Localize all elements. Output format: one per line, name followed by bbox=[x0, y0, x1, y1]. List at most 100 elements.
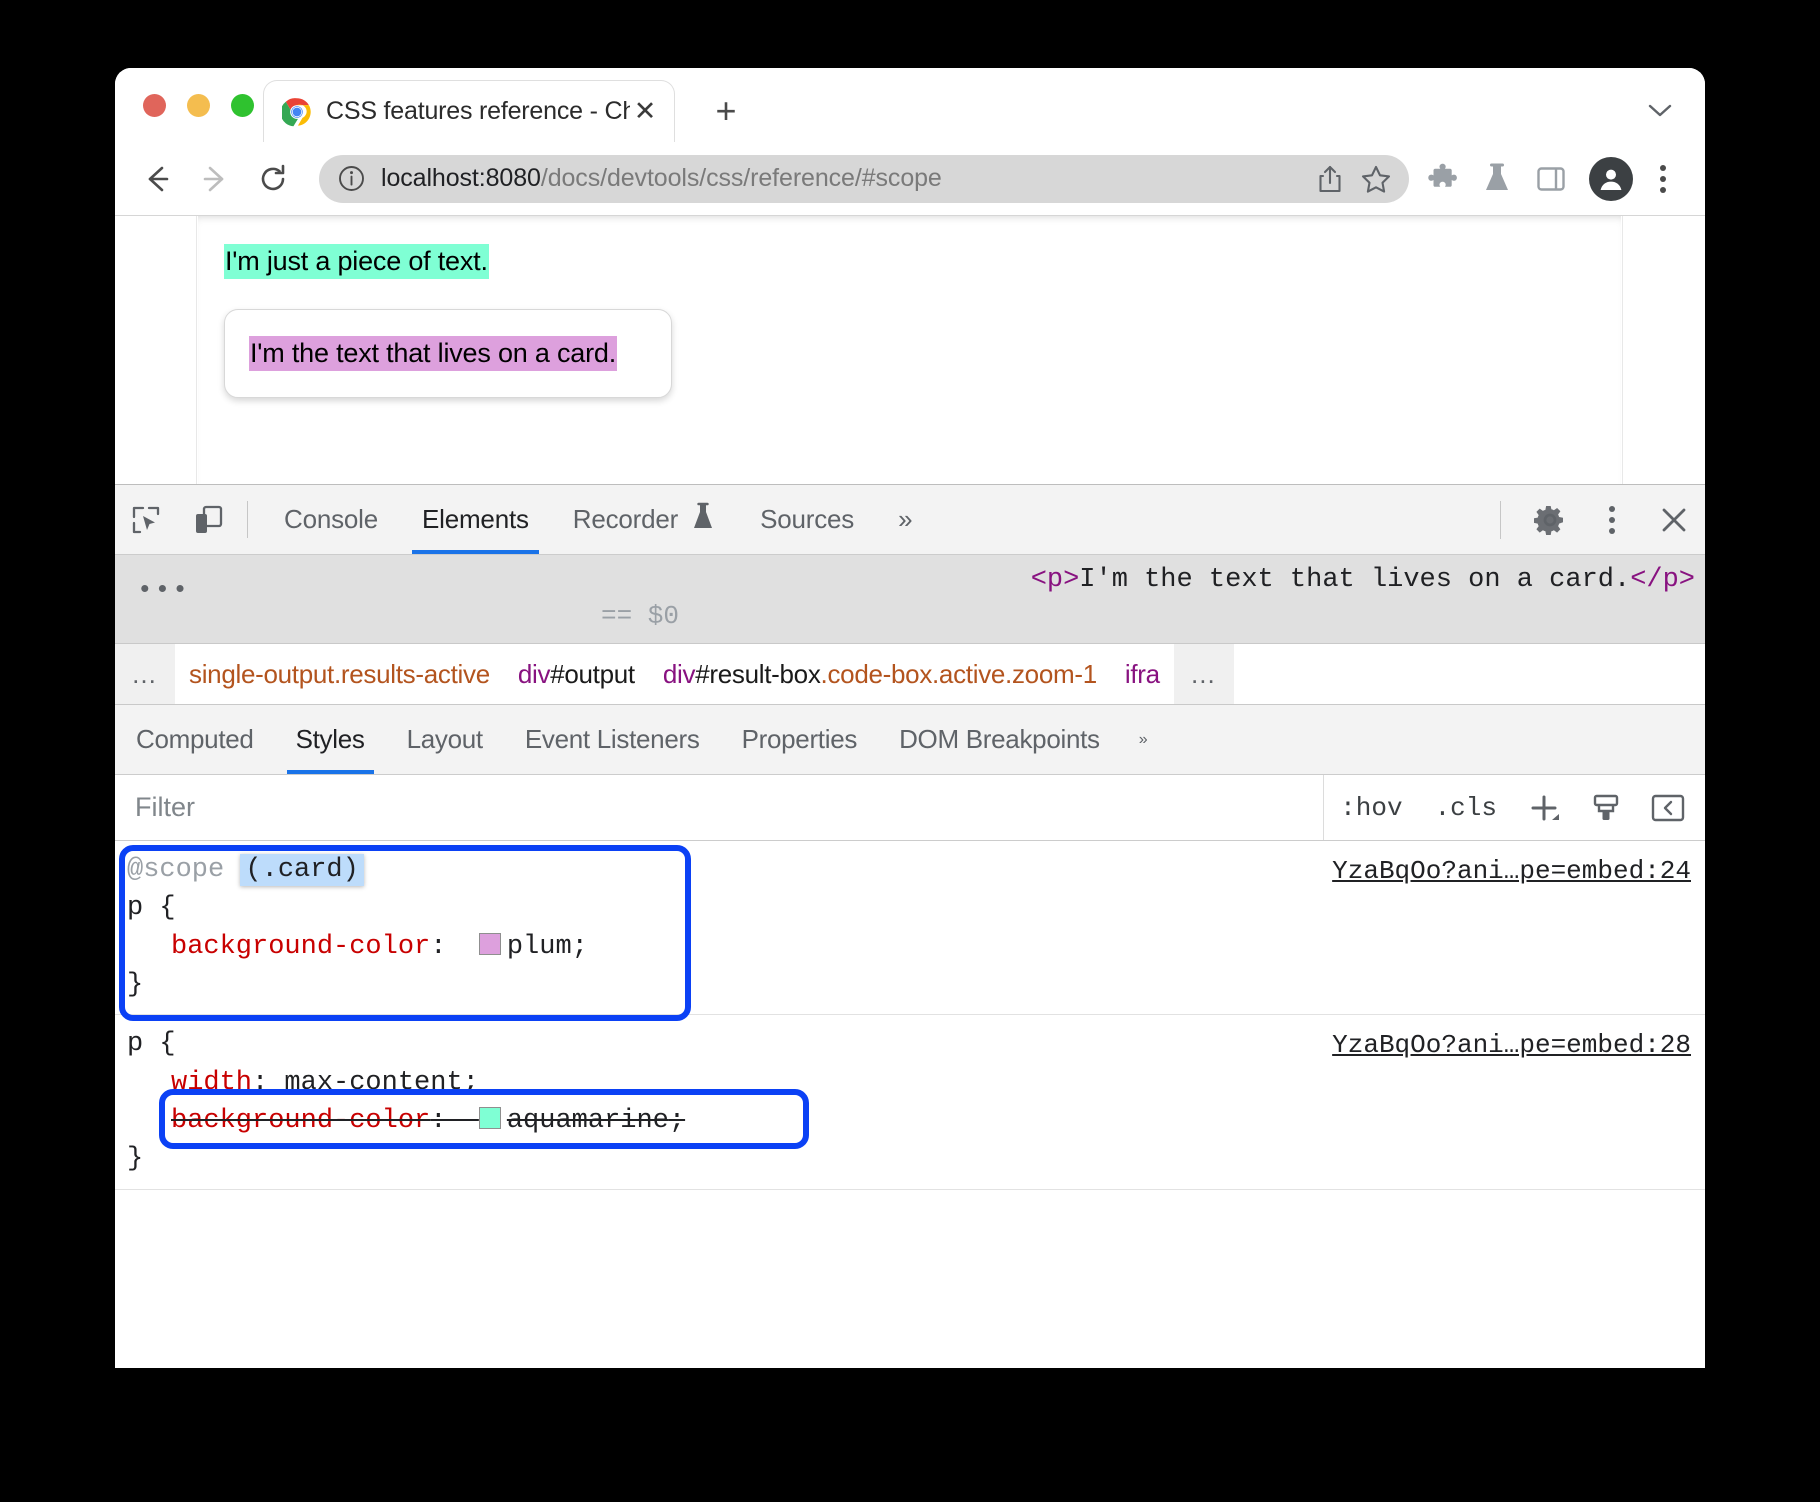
breadcrumb-item-result-box[interactable]: div#result-box.code-box.active.zoom-1 bbox=[649, 659, 1111, 690]
plain-text-wrapper: I'm just a piece of text. bbox=[224, 244, 1621, 279]
card-text: I'm the text that lives on a card. bbox=[249, 336, 617, 371]
tab-label: Recorder bbox=[573, 504, 678, 535]
color-swatch[interactable] bbox=[479, 1107, 501, 1129]
puzzle-piece-icon[interactable] bbox=[1417, 153, 1469, 205]
tab-label: Properties bbox=[742, 724, 858, 755]
devtools-tab-elements[interactable]: Elements bbox=[400, 485, 551, 554]
dom-tree-ellipsis: ••• bbox=[137, 575, 190, 605]
cls-button[interactable]: .cls bbox=[1419, 775, 1513, 840]
page-content: I'm just a piece of text. I'm the text t… bbox=[198, 216, 1621, 484]
styles-filter-row: Filter :hov .cls bbox=[115, 775, 1705, 841]
url-host: localhost:8080 bbox=[381, 164, 541, 192]
css-rule-origin-link[interactable]: YzaBqOo?ani…pe=embed:28 bbox=[1332, 1027, 1691, 1064]
share-icon[interactable] bbox=[1307, 156, 1353, 202]
css-close-brace: } bbox=[127, 1140, 1705, 1178]
star-icon[interactable] bbox=[1353, 156, 1399, 202]
device-toolbar-icon[interactable] bbox=[177, 485, 239, 554]
paintbrush-icon[interactable] bbox=[1575, 775, 1637, 840]
tab-label: DOM Breakpoints bbox=[899, 724, 1100, 755]
css-rule-p[interactable]: p { width: max-content; background-color… bbox=[115, 1015, 1705, 1189]
new-tab-button[interactable]: + bbox=[707, 92, 745, 130]
toolbar-divider bbox=[247, 501, 248, 538]
close-icon[interactable] bbox=[1643, 485, 1705, 555]
css-rule-scope[interactable]: @scope (.card) p { background-color: plu… bbox=[115, 841, 1705, 1015]
dom-selected-marker: == $0 bbox=[115, 601, 1705, 631]
css-property-name[interactable]: background-color bbox=[171, 932, 430, 962]
back-arrow-icon[interactable] bbox=[133, 155, 181, 203]
chrome-logo-icon bbox=[282, 97, 312, 127]
sidebar-tabs-overflow[interactable]: » bbox=[1121, 705, 1166, 774]
breadcrumb-id: #output bbox=[550, 659, 635, 689]
side-panel-icon[interactable] bbox=[1525, 153, 1577, 205]
new-style-rule-button[interactable] bbox=[1513, 775, 1575, 840]
css-declaration-background-color-overridden[interactable]: background-color: aquamarine; bbox=[127, 1102, 1705, 1140]
sidebar-tab-event-listeners[interactable]: Event Listeners bbox=[504, 705, 721, 774]
breadcrumb-overflow-right[interactable]: … bbox=[1174, 644, 1234, 704]
close-window-button[interactable] bbox=[143, 94, 166, 117]
filter-input[interactable]: Filter bbox=[115, 775, 1324, 840]
css-declaration-width[interactable]: width: max-content; bbox=[127, 1064, 1705, 1102]
devtools-tabs-overflow[interactable]: » bbox=[876, 485, 934, 554]
devtools-tab-recorder[interactable]: Recorder bbox=[551, 485, 738, 554]
chevron-down-icon[interactable] bbox=[1643, 96, 1677, 124]
kebab-menu-icon[interactable] bbox=[1581, 485, 1643, 555]
info-circle-icon[interactable] bbox=[337, 165, 365, 193]
avatar-icon[interactable] bbox=[1589, 157, 1633, 201]
address-bar[interactable]: localhost:8080/docs/devtools/css/referen… bbox=[319, 155, 1409, 203]
forward-arrow-icon[interactable] bbox=[191, 155, 239, 203]
toggle-sidebar-icon[interactable] bbox=[1637, 775, 1699, 840]
minimize-window-button[interactable] bbox=[187, 94, 210, 117]
scope-prelude[interactable]: (.card) bbox=[240, 854, 363, 886]
css-property-name[interactable]: width bbox=[171, 1068, 252, 1098]
sidebar-tab-dom-breakpoints[interactable]: DOM Breakpoints bbox=[878, 705, 1121, 774]
page-left-gutter bbox=[115, 216, 197, 484]
hov-button[interactable]: :hov bbox=[1324, 775, 1418, 840]
sidebar-tab-styles[interactable]: Styles bbox=[275, 705, 386, 774]
sidebar-tab-properties[interactable]: Properties bbox=[721, 705, 879, 774]
url-path: /docs/devtools/css/reference/#scope bbox=[541, 164, 942, 192]
gear-icon[interactable] bbox=[1519, 485, 1581, 555]
at-scope-keyword: @scope bbox=[127, 855, 224, 885]
browser-tab-title: CSS features reference - Chrom bbox=[326, 97, 630, 126]
css-rule-origin-link[interactable]: YzaBqOo?ani…pe=embed:24 bbox=[1332, 853, 1691, 890]
sidebar-tab-layout[interactable]: Layout bbox=[386, 705, 504, 774]
flask-icon bbox=[690, 501, 716, 538]
breadcrumb-item-iframe[interactable]: ifra bbox=[1111, 659, 1174, 690]
address-bar-url: localhost:8080/docs/devtools/css/referen… bbox=[381, 164, 1307, 193]
css-declaration-background-color[interactable]: background-color: plum; bbox=[127, 928, 1705, 966]
close-tab-button[interactable]: ✕ bbox=[630, 97, 660, 127]
breadcrumb-item-output[interactable]: div#output bbox=[504, 659, 649, 690]
css-property-value[interactable]: max-content bbox=[284, 1068, 462, 1098]
css-property-name[interactable]: background-color bbox=[171, 1106, 430, 1136]
breadcrumb-tag: div bbox=[518, 659, 550, 689]
breadcrumb-overflow-left[interactable]: … bbox=[115, 644, 175, 704]
devtools-tab-sources[interactable]: Sources bbox=[738, 485, 876, 554]
css-property-value[interactable]: plum bbox=[507, 932, 572, 962]
css-property-value[interactable]: aquamarine bbox=[507, 1106, 669, 1136]
tab-label: Sources bbox=[760, 504, 854, 535]
css-selector-line[interactable]: p { bbox=[127, 889, 1705, 927]
chevron-double-right-icon: » bbox=[898, 504, 912, 535]
sidebar-tab-computed[interactable]: Computed bbox=[115, 705, 275, 774]
page-right-gutter bbox=[1622, 216, 1705, 484]
maximize-window-button[interactable] bbox=[231, 94, 254, 117]
tab-label: Elements bbox=[422, 504, 529, 535]
breadcrumb-tag: div bbox=[663, 659, 695, 689]
flask-icon[interactable] bbox=[1471, 153, 1523, 205]
tab-strip: CSS features reference - Chrom ✕ + bbox=[115, 68, 1705, 142]
breadcrumb: … single-output.results-active div#outpu… bbox=[115, 643, 1705, 705]
devtools-tab-console[interactable]: Console bbox=[262, 485, 400, 554]
tab-label: Console bbox=[284, 504, 378, 535]
color-swatch[interactable] bbox=[479, 933, 501, 955]
dom-tree: ••• <p>I'm the text that lives on a card… bbox=[115, 555, 1705, 643]
breadcrumb-item-single-output[interactable]: single-output.results-active bbox=[175, 659, 504, 690]
dom-tree-selected-node[interactable]: <p>I'm the text that lives on a card.</p… bbox=[115, 563, 1705, 599]
browser-toolbar: localhost:8080/docs/devtools/css/referen… bbox=[115, 142, 1705, 216]
dom-close-tag: </p> bbox=[1630, 565, 1695, 595]
inspect-cursor-icon[interactable] bbox=[115, 485, 177, 554]
kebab-menu-icon[interactable] bbox=[1641, 155, 1685, 203]
tab-label: Computed bbox=[136, 724, 254, 755]
reload-icon[interactable] bbox=[249, 155, 297, 203]
browser-tab[interactable]: CSS features reference - Chrom ✕ bbox=[263, 80, 675, 142]
tab-label: Event Listeners bbox=[525, 724, 700, 755]
